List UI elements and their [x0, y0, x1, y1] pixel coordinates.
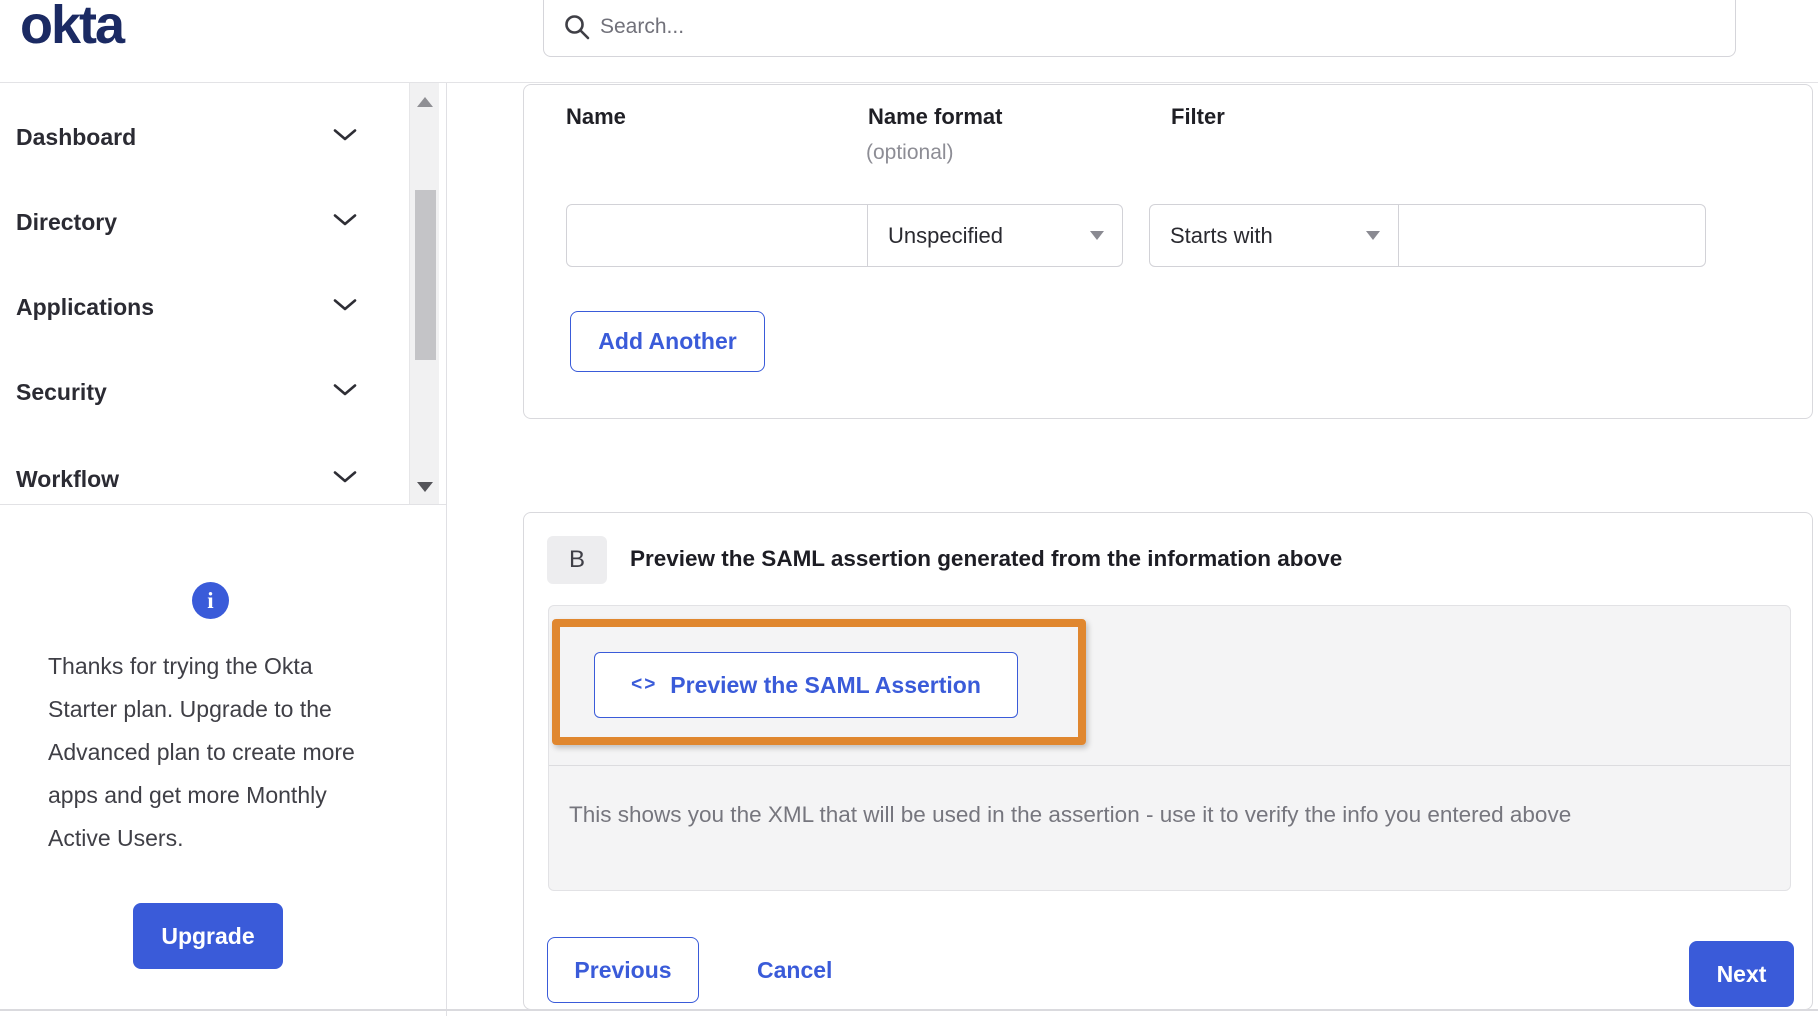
chevron-down-icon — [333, 298, 357, 317]
search-icon — [563, 13, 591, 46]
filter-value-input[interactable] — [1398, 204, 1706, 267]
cancel-link[interactable]: Cancel — [747, 937, 842, 1003]
filter-operator-select[interactable]: Starts with — [1149, 204, 1399, 267]
sidebar-item-label: Workflow — [16, 466, 119, 493]
step-b-badge: B — [547, 536, 607, 584]
sidebar-scrollbar[interactable] — [409, 83, 439, 504]
name-column-label: Name — [566, 104, 626, 130]
scroll-down-icon[interactable] — [417, 482, 433, 492]
chevron-down-icon — [333, 213, 357, 232]
sidebar-nav-divider — [0, 504, 446, 505]
previous-button[interactable]: Previous — [547, 937, 699, 1003]
plan-notice-text: Thanks for trying the Okta Starter plan.… — [48, 645, 378, 860]
okta-logo: okta — [20, 0, 123, 56]
attribute-statements-card: Name Name format (optional) Filter Unspe… — [523, 84, 1813, 419]
preview-help-text: This shows you the XML that will be used… — [569, 802, 1769, 828]
sidebar-item-label: Directory — [16, 209, 117, 236]
name-format-column-label: Name format — [868, 104, 1002, 130]
sidebar-item-label: Applications — [16, 294, 154, 321]
panel-divider — [549, 765, 1790, 766]
global-search — [543, 0, 1736, 57]
code-icon: <> — [631, 674, 657, 696]
okta-admin-page: okta Dashboard Directory Applications Se… — [0, 0, 1818, 1016]
name-format-optional-label: (optional) — [866, 141, 954, 165]
sidebar-item-security[interactable]: Security — [0, 370, 405, 414]
filter-column-label: Filter — [1171, 104, 1225, 130]
preview-section-title: Preview the SAML assertion generated fro… — [630, 546, 1342, 572]
sidebar-item-label: Dashboard — [16, 124, 136, 151]
chevron-down-icon — [333, 128, 357, 147]
dropdown-caret-icon — [1090, 231, 1104, 240]
sidebar-item-applications[interactable]: Applications — [0, 285, 405, 329]
next-button[interactable]: Next — [1689, 941, 1794, 1007]
add-another-button[interactable]: Add Another — [570, 311, 765, 372]
preview-button-label: Preview the SAML Assertion — [670, 672, 981, 699]
sidebar-item-directory[interactable]: Directory — [0, 200, 405, 244]
sidebar-item-dashboard[interactable]: Dashboard — [0, 115, 405, 159]
name-format-select[interactable]: Unspecified — [867, 204, 1123, 267]
info-icon: i — [192, 582, 229, 619]
name-format-selected-value: Unspecified — [888, 223, 1003, 249]
header-divider — [0, 82, 1818, 83]
sidebar-right-border — [446, 83, 447, 1016]
preview-panel: <> Preview the SAML Assertion This shows… — [548, 605, 1791, 891]
preview-saml-assertion-button[interactable]: <> Preview the SAML Assertion — [594, 652, 1018, 718]
chevron-down-icon — [333, 470, 357, 489]
dropdown-caret-icon — [1366, 231, 1380, 240]
sidebar-item-workflow[interactable]: Workflow — [0, 457, 405, 501]
scrollbar-thumb[interactable] — [415, 190, 436, 360]
search-input[interactable] — [600, 5, 1700, 49]
filter-operator-selected-value: Starts with — [1170, 223, 1273, 249]
window-bottom-edge — [0, 1009, 1818, 1011]
preview-saml-card: B Preview the SAML assertion generated f… — [523, 512, 1813, 1010]
chevron-down-icon — [333, 383, 357, 402]
sidebar-item-label: Security — [16, 379, 107, 406]
attribute-name-input[interactable] — [566, 204, 868, 267]
scroll-up-icon[interactable] — [417, 97, 433, 107]
upgrade-button[interactable]: Upgrade — [133, 903, 283, 969]
